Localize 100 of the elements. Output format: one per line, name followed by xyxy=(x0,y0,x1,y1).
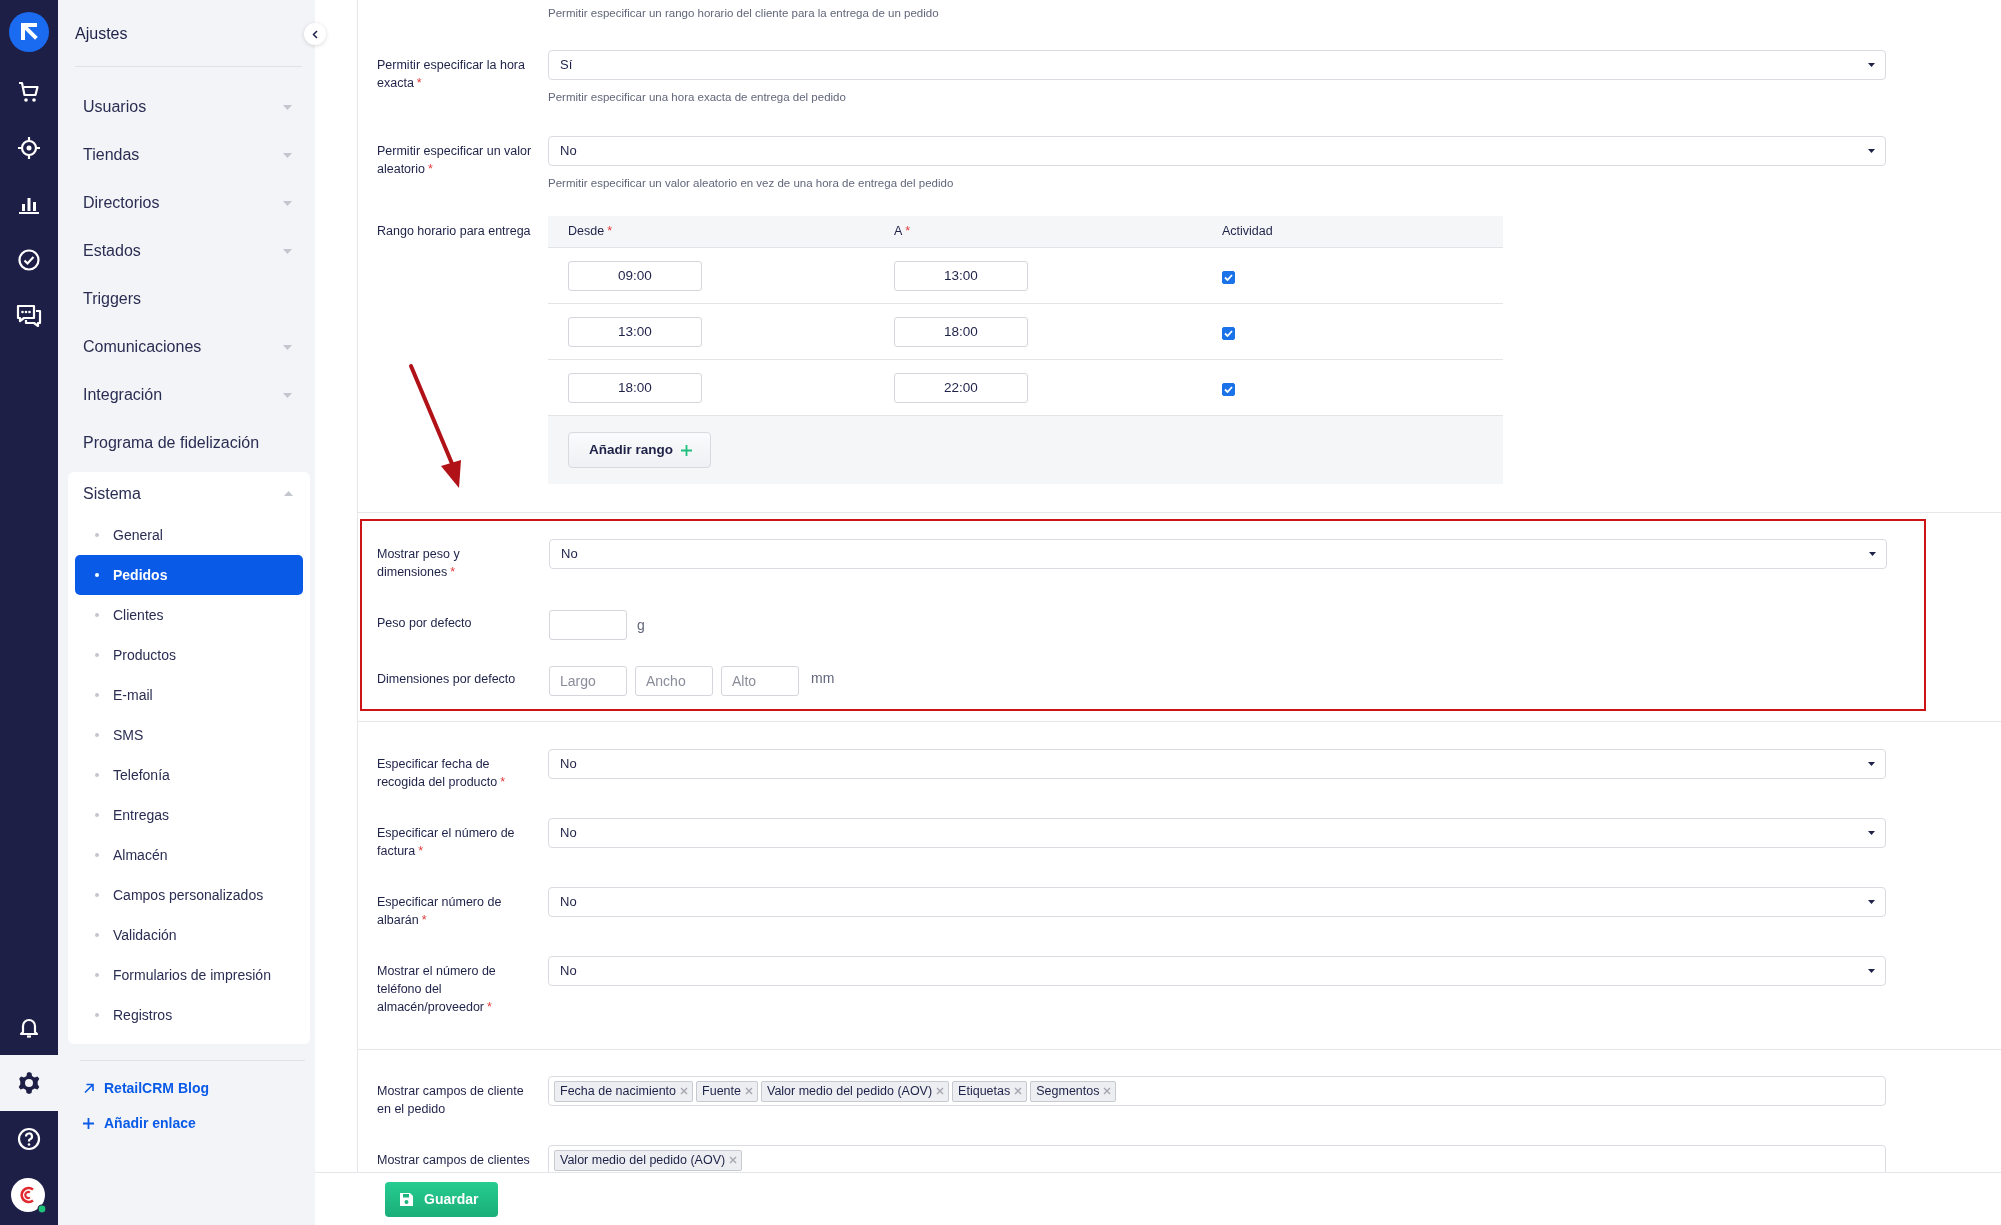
field-label: Especificar número de albarán * xyxy=(377,895,502,927)
plus-icon xyxy=(83,1118,94,1129)
submenu-item[interactable]: Validación xyxy=(75,915,303,955)
sidebar-item[interactable]: Comunicaciones xyxy=(75,323,302,371)
dimension-field[interactable]: Largo xyxy=(549,666,627,696)
unit-label: mm xyxy=(811,668,835,688)
caret-icon xyxy=(283,200,292,206)
field-label: Especificar el número de factura * xyxy=(377,826,515,858)
tag-chip: Segmentos xyxy=(1030,1080,1117,1102)
caret-icon xyxy=(283,344,292,350)
caret-icon xyxy=(1868,831,1875,835)
select-field[interactable]: No xyxy=(548,887,1886,917)
submenu-item[interactable]: Entregas xyxy=(75,795,303,835)
time-field[interactable]: 13:00 xyxy=(568,316,702,347)
field-label: Permitir especificar un valor aleatorio * xyxy=(377,144,532,176)
checkbox[interactable] xyxy=(1222,270,1235,284)
dimension-field[interactable]: Ancho xyxy=(635,666,713,696)
caret-icon xyxy=(283,104,292,110)
tag-chip: Fuente xyxy=(696,1080,758,1102)
avatar-icon[interactable] xyxy=(11,1178,47,1214)
sidebar-title: Ajustes xyxy=(75,24,128,44)
external-link-icon xyxy=(83,1083,94,1094)
checkbox[interactable] xyxy=(1222,326,1235,340)
submenu-item[interactable]: SMS xyxy=(75,715,303,755)
submenu-item[interactable]: Telefonía xyxy=(75,755,303,795)
field-label: Permitir especificar la hora exacta * xyxy=(377,58,525,90)
field-label: Mostrar campos de cliente en el pedido xyxy=(377,1084,524,1116)
sidebar-item[interactable]: Programa de fidelización xyxy=(75,419,302,467)
submenu-item[interactable]: Formularios de impresión xyxy=(75,955,303,995)
cart-icon[interactable] xyxy=(17,80,41,104)
collapse-button[interactable] xyxy=(304,23,326,45)
submenu-item[interactable]: General xyxy=(75,515,303,555)
tag-chip: Etiquetas xyxy=(952,1080,1028,1102)
caret-icon xyxy=(283,152,292,158)
caret-icon xyxy=(283,248,292,254)
sidebar-item[interactable]: Estados xyxy=(75,227,302,275)
caret-icon xyxy=(1868,900,1875,904)
select-field[interactable]: No xyxy=(549,539,1887,569)
submenu-item[interactable]: Pedidos xyxy=(75,555,303,595)
chat-icon[interactable] xyxy=(16,303,42,329)
caret-icon xyxy=(1868,969,1875,973)
hint-text: Permitir especificar una hora exacta de entrega del pedido xyxy=(548,90,846,105)
target-icon[interactable] xyxy=(17,136,41,160)
select-field[interactable]: No xyxy=(548,136,1886,166)
time-field[interactable]: 22:00 xyxy=(894,372,1028,403)
submenu-item[interactable]: Clientes xyxy=(75,595,303,635)
field-label: Mostrar campos de clientes xyxy=(377,1153,530,1167)
select-field[interactable]: No xyxy=(548,818,1886,848)
sidebar-link[interactable]: RetailCRM Blog xyxy=(75,1071,302,1106)
field-label: Peso por defecto xyxy=(377,616,472,630)
sidebar-item[interactable]: Triggers xyxy=(75,275,302,323)
column-header: A * xyxy=(894,224,911,239)
checkbox[interactable] xyxy=(1222,382,1235,396)
field-label: Mostrar el número de teléfono del almacén/proveedor * xyxy=(377,964,496,1014)
field-label: Rango horario para entrega xyxy=(377,224,531,238)
plus-icon xyxy=(681,444,692,456)
select-field[interactable]: No xyxy=(548,749,1886,779)
tag-chip: Fecha de nacimiento xyxy=(554,1080,694,1102)
submenu-item[interactable]: Registros xyxy=(75,995,303,1035)
settings-icon[interactable] xyxy=(16,1070,42,1096)
sidebar-link[interactable]: Añadir enlace xyxy=(75,1106,302,1141)
caret-icon xyxy=(1868,63,1875,67)
select-field[interactable]: Sí xyxy=(548,50,1886,80)
add-range-button[interactable]: Añadir rango xyxy=(568,432,711,468)
help-icon[interactable] xyxy=(17,1127,41,1151)
sidebar-item[interactable]: Integración xyxy=(75,371,302,419)
logo-icon[interactable] xyxy=(9,12,49,52)
time-field[interactable]: 09:00 xyxy=(568,260,702,291)
caret-icon xyxy=(283,392,292,398)
caret-icon xyxy=(1869,552,1876,556)
time-field[interactable]: 18:00 xyxy=(568,372,702,403)
dimension-field[interactable]: Alto xyxy=(721,666,799,696)
sidebar-item[interactable]: Directorios xyxy=(75,179,302,227)
hint-text: Permitir especificar un valor aleatorio en vez de una hora de entrega del pedido xyxy=(548,176,954,191)
field-label: Mostrar peso y dimensiones * xyxy=(377,547,460,579)
caret-icon xyxy=(1868,149,1875,153)
sidebar-item[interactable]: Usuarios xyxy=(75,83,302,131)
time-field[interactable]: 18:00 xyxy=(894,316,1028,347)
unit-label: g xyxy=(637,615,645,635)
hint-text: Permitir especificar un rango horario del cliente para la entrega de un pedido xyxy=(548,6,939,21)
sidebar-item[interactable]: Sistema xyxy=(75,472,303,515)
save-icon xyxy=(399,1191,414,1207)
submenu-item[interactable]: E-mail xyxy=(75,675,303,715)
tag-chip: Valor medio del pedido (AOV) xyxy=(760,1080,950,1102)
submenu-item[interactable]: Campos personalizados xyxy=(75,875,303,915)
check-circle-icon[interactable] xyxy=(17,248,41,272)
time-field[interactable]: 13:00 xyxy=(894,260,1028,291)
submenu-item[interactable]: Almacén xyxy=(75,835,303,875)
sidebar-item[interactable]: Tiendas xyxy=(75,131,302,179)
caret-icon xyxy=(284,491,293,496)
tag-chip: Valor medio del pedido (AOV) xyxy=(554,1149,743,1171)
caret-icon xyxy=(1868,762,1875,766)
select-field[interactable]: No xyxy=(548,956,1886,986)
column-header: Desde * xyxy=(568,224,612,239)
chevron-left-icon xyxy=(312,29,318,39)
field-label: Dimensiones por defecto xyxy=(377,672,516,686)
field-label: Especificar fecha de recogida del producto * xyxy=(377,757,506,789)
submenu-item[interactable]: Productos xyxy=(75,635,303,675)
weight-field[interactable] xyxy=(549,610,627,640)
column-header: Actividad xyxy=(1222,224,1273,239)
